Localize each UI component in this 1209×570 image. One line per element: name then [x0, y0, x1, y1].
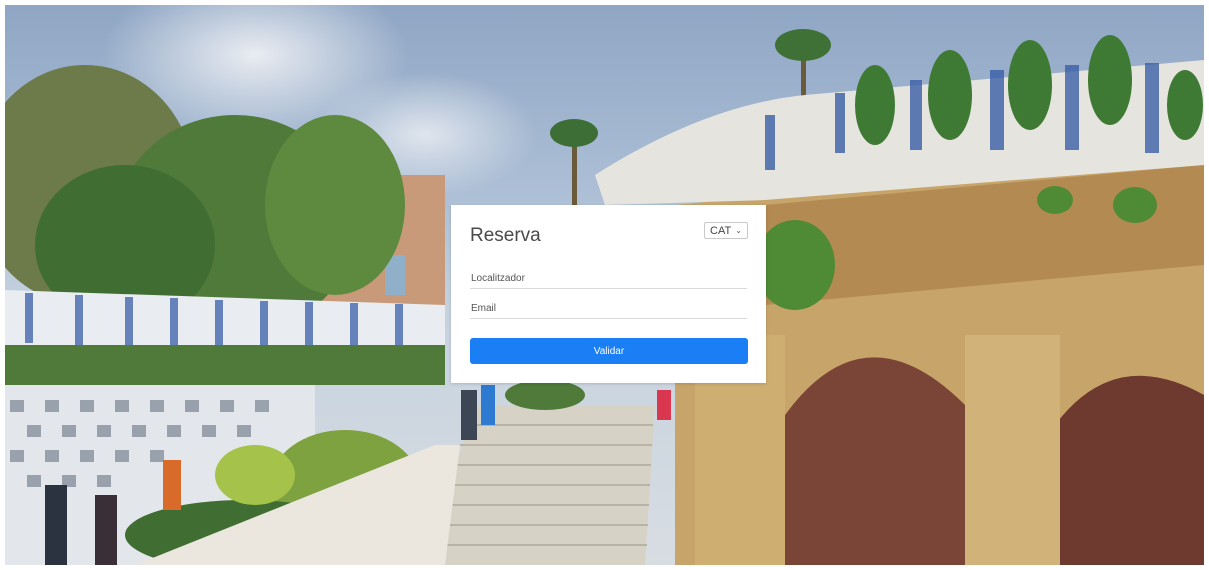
- language-select-value: CAT: [710, 224, 732, 237]
- language-select[interactable]: CAT ⌄: [704, 222, 748, 239]
- background-photo: Reserva CAT ⌄ Validar: [5, 5, 1204, 565]
- reservation-card: Reserva CAT ⌄ Validar: [451, 205, 766, 383]
- validate-button[interactable]: Validar: [470, 338, 748, 364]
- chevron-down-icon: ⌄: [735, 225, 742, 235]
- locator-input[interactable]: [470, 269, 747, 289]
- email-input[interactable]: [470, 299, 747, 319]
- reservation-title: Reserva: [470, 225, 541, 246]
